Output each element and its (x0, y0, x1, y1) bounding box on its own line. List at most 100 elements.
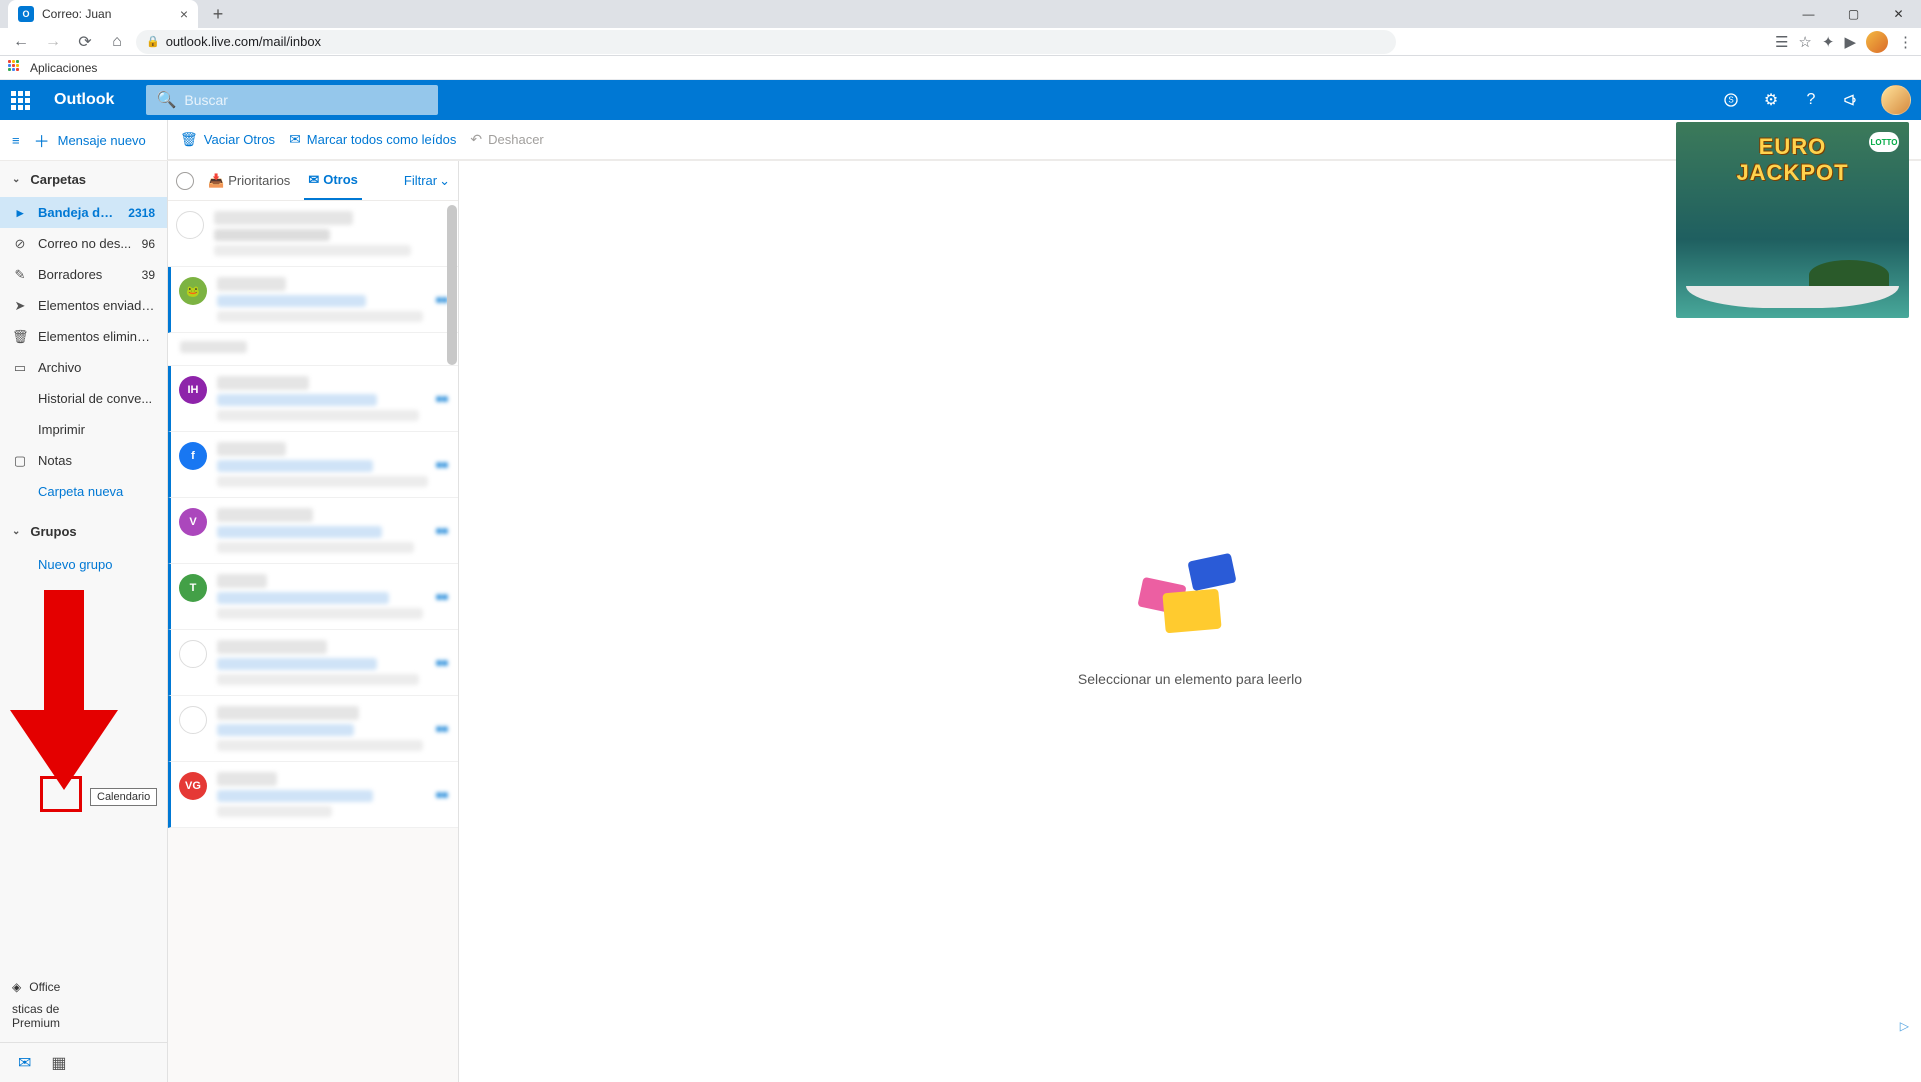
folder-drafts[interactable]: ✎ Borradores 39 (0, 259, 167, 290)
folder-deleted[interactable]: 🗑 Elementos elimina... (0, 321, 167, 352)
folder-history[interactable]: Historial de conve... (0, 383, 167, 414)
folder-sent[interactable]: ➤ Elementos enviados (0, 290, 167, 321)
sender-avatar (179, 706, 207, 734)
message-item[interactable]: ■■ (168, 696, 458, 762)
chevron-down-icon: ⌄ (12, 526, 20, 537)
forward-button[interactable]: → (40, 29, 66, 55)
profile-avatar[interactable] (1866, 31, 1888, 53)
calendar-tooltip: Calendario (90, 788, 157, 806)
close-window-button[interactable]: ✕ (1876, 0, 1921, 28)
back-button[interactable]: ← (8, 29, 34, 55)
sender-avatar: IH (179, 376, 207, 404)
archive-icon: ▭ (12, 360, 28, 376)
tab-title: Correo: Juan (42, 7, 111, 21)
bookmark-bar: Aplicaciones (0, 56, 1921, 80)
new-group-link[interactable]: Nuevo grupo (0, 549, 167, 580)
maximize-button[interactable]: ▢ (1831, 0, 1876, 28)
message-item[interactable]: ■■ (168, 630, 458, 696)
sender-avatar (179, 640, 207, 668)
new-message-button[interactable]: ≡ ＋ Mensaje nuevo (0, 120, 167, 160)
message-list[interactable]: — 🐸 ■■ IH ■■ f ■■ V ■■ T (168, 201, 458, 1082)
sender-avatar: f (179, 442, 207, 470)
search-box[interactable]: 🔍 (146, 85, 438, 115)
sender-avatar: V (179, 508, 207, 536)
message-list-pane: 📥 Prioritarios ✉ Otros Filtrar ⌄ — 🐸 ■■ (168, 161, 459, 1082)
filter-dropdown[interactable]: Filtrar ⌄ (404, 173, 450, 189)
scrollbar[interactable] (447, 205, 457, 365)
folders-header[interactable]: ⌄ Carpetas (0, 161, 167, 197)
upgrade-office-link[interactable]: ◈ Office (12, 976, 155, 998)
empty-others-button[interactable]: 🗑 Vaciar Otros (180, 131, 275, 148)
brand-label[interactable]: Outlook (40, 91, 128, 109)
media-icon[interactable]: ▶ (1844, 33, 1856, 51)
megaphone-icon[interactable] (1831, 80, 1871, 120)
tab-others[interactable]: ✉ Otros (304, 161, 362, 200)
apps-grid-icon[interactable] (8, 60, 24, 76)
inbox-icon: ▸ (12, 205, 28, 221)
folder-notes[interactable]: ▢ Notas (0, 445, 167, 476)
mail-icon: ✉ (308, 172, 319, 188)
account-avatar[interactable] (1881, 85, 1911, 115)
empty-state-art (1140, 557, 1240, 647)
inbox-icon: 📥 (208, 173, 224, 189)
module-switcher: ✉ ▦ (0, 1042, 167, 1082)
reading-list-icon[interactable]: ☰ (1775, 33, 1788, 51)
ad-boat-graphic (1686, 248, 1899, 308)
settings-gear-icon[interactable]: ⚙ (1751, 80, 1791, 120)
clock-icon: ⊘ (12, 236, 28, 252)
message-item[interactable]: V ■■ (168, 498, 458, 564)
reload-button[interactable]: ⟳ (72, 29, 98, 55)
bookmark-apps[interactable]: Aplicaciones (30, 61, 97, 75)
ad-choices-icon[interactable]: ▷ (1900, 1019, 1909, 1033)
tab-priority[interactable]: 📥 Prioritarios (204, 161, 294, 200)
select-all-toggle[interactable] (176, 172, 194, 190)
content-area: ⌄ Carpetas ▸ Bandeja de ... 2318 ⊘ Corre… (0, 161, 1921, 1082)
premium-link[interactable]: sticas de Premium (12, 998, 155, 1034)
bookmark-star-icon[interactable]: ☆ (1798, 33, 1811, 51)
close-tab-icon[interactable]: × (180, 6, 188, 22)
pencil-icon: ✎ (12, 267, 28, 283)
hamburger-icon[interactable]: ≡ (12, 133, 20, 148)
message-item[interactable]: VG ■■ (168, 762, 458, 828)
url-field[interactable]: 🔒 outlook.live.com/mail/inbox (136, 30, 1396, 54)
sender-avatar: 🐸 (179, 277, 207, 305)
chevron-down-icon: ⌄ (439, 173, 450, 189)
ad-banner[interactable]: EUROJACKPOT LOTTO (1676, 122, 1909, 318)
folder-junk[interactable]: ⊘ Correo no des... 96 (0, 228, 167, 259)
message-item[interactable]: f ■■ (168, 432, 458, 498)
calendar-module-icon[interactable]: ▦ (51, 1053, 66, 1073)
browser-menu-icon[interactable]: ⋮ (1898, 33, 1913, 51)
trash-icon: 🗑 (180, 131, 198, 148)
new-folder-link[interactable]: Carpeta nueva (0, 476, 167, 507)
send-icon: ➤ (12, 298, 28, 314)
new-tab-button[interactable]: + (204, 0, 232, 28)
skype-icon[interactable]: S (1711, 80, 1751, 120)
minimize-button[interactable]: ― (1786, 0, 1831, 28)
extensions-icon[interactable]: ✦ (1822, 33, 1835, 51)
folder-archive[interactable]: ▭ Archivo (0, 352, 167, 383)
search-icon: 🔍 (156, 90, 176, 110)
mark-all-read-button[interactable]: ✉ Marcar todos como leídos (289, 131, 456, 148)
mail-open-icon: ✉ (289, 131, 301, 148)
ad-badge: LOTTO (1869, 132, 1899, 152)
message-item[interactable]: 🐸 ■■ (168, 267, 458, 333)
folder-inbox[interactable]: ▸ Bandeja de ... 2318 (0, 197, 167, 228)
message-item[interactable]: IH ■■ (168, 366, 458, 432)
groups-header[interactable]: ⌄ Grupos (0, 513, 167, 549)
browser-tab[interactable]: O Correo: Juan × (8, 0, 198, 28)
outlook-favicon: O (18, 6, 34, 22)
search-input[interactable] (184, 92, 428, 108)
address-bar: ← → ⟳ ⌂ 🔒 outlook.live.com/mail/inbox ☰ … (0, 28, 1921, 56)
message-item[interactable]: — (168, 201, 458, 267)
url-text: outlook.live.com/mail/inbox (166, 34, 321, 49)
mail-module-icon[interactable]: ✉ (18, 1053, 31, 1073)
chevron-down-icon: ⌄ (12, 174, 20, 185)
home-button[interactable]: ⌂ (104, 29, 130, 55)
folder-print[interactable]: Imprimir (0, 414, 167, 445)
message-item[interactable]: T ■■ (168, 564, 458, 630)
help-icon[interactable]: ? (1791, 80, 1831, 120)
diamond-icon: ◈ (12, 980, 21, 994)
command-row: ≡ ＋ Mensaje nuevo 🗑 Vaciar Otros ✉ Marca… (0, 120, 1921, 161)
undo-button[interactable]: ↶ Deshacer (470, 131, 543, 148)
app-launcher[interactable] (0, 80, 40, 120)
